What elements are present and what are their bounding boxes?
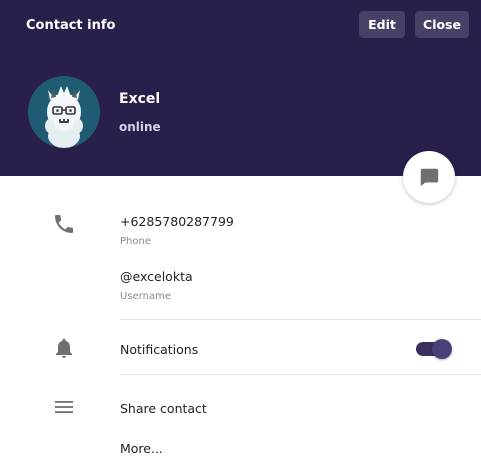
divider: [120, 319, 481, 320]
chat-bubble-icon: [420, 168, 439, 187]
contact-info-header: Contact info Edit Close Excel online: [0, 0, 481, 176]
close-button[interactable]: Close: [415, 11, 469, 38]
menu-icon: [55, 401, 73, 413]
header-title: Contact info: [26, 18, 116, 33]
contact-status: online: [119, 120, 161, 134]
username-label: Username: [120, 291, 171, 302]
phone-label: Phone: [120, 236, 151, 247]
avatar: [28, 76, 100, 148]
yeti-avatar-icon: [28, 76, 100, 148]
bell-icon: [56, 338, 72, 358]
notifications-toggle[interactable]: [416, 339, 452, 359]
edit-button[interactable]: Edit: [359, 11, 405, 38]
phone-number: +6285780287799: [120, 214, 234, 229]
username-value: @excelokta: [120, 269, 193, 284]
toggle-knob: [432, 339, 452, 359]
divider: [120, 374, 481, 375]
notifications-label: Notifications: [120, 342, 199, 357]
share-contact-item[interactable]: Share contact: [120, 401, 207, 416]
phone-icon: [55, 215, 73, 233]
send-message-button[interactable]: [403, 151, 455, 203]
contact-name: Excel: [119, 91, 161, 107]
more-item[interactable]: More...: [120, 441, 163, 456]
